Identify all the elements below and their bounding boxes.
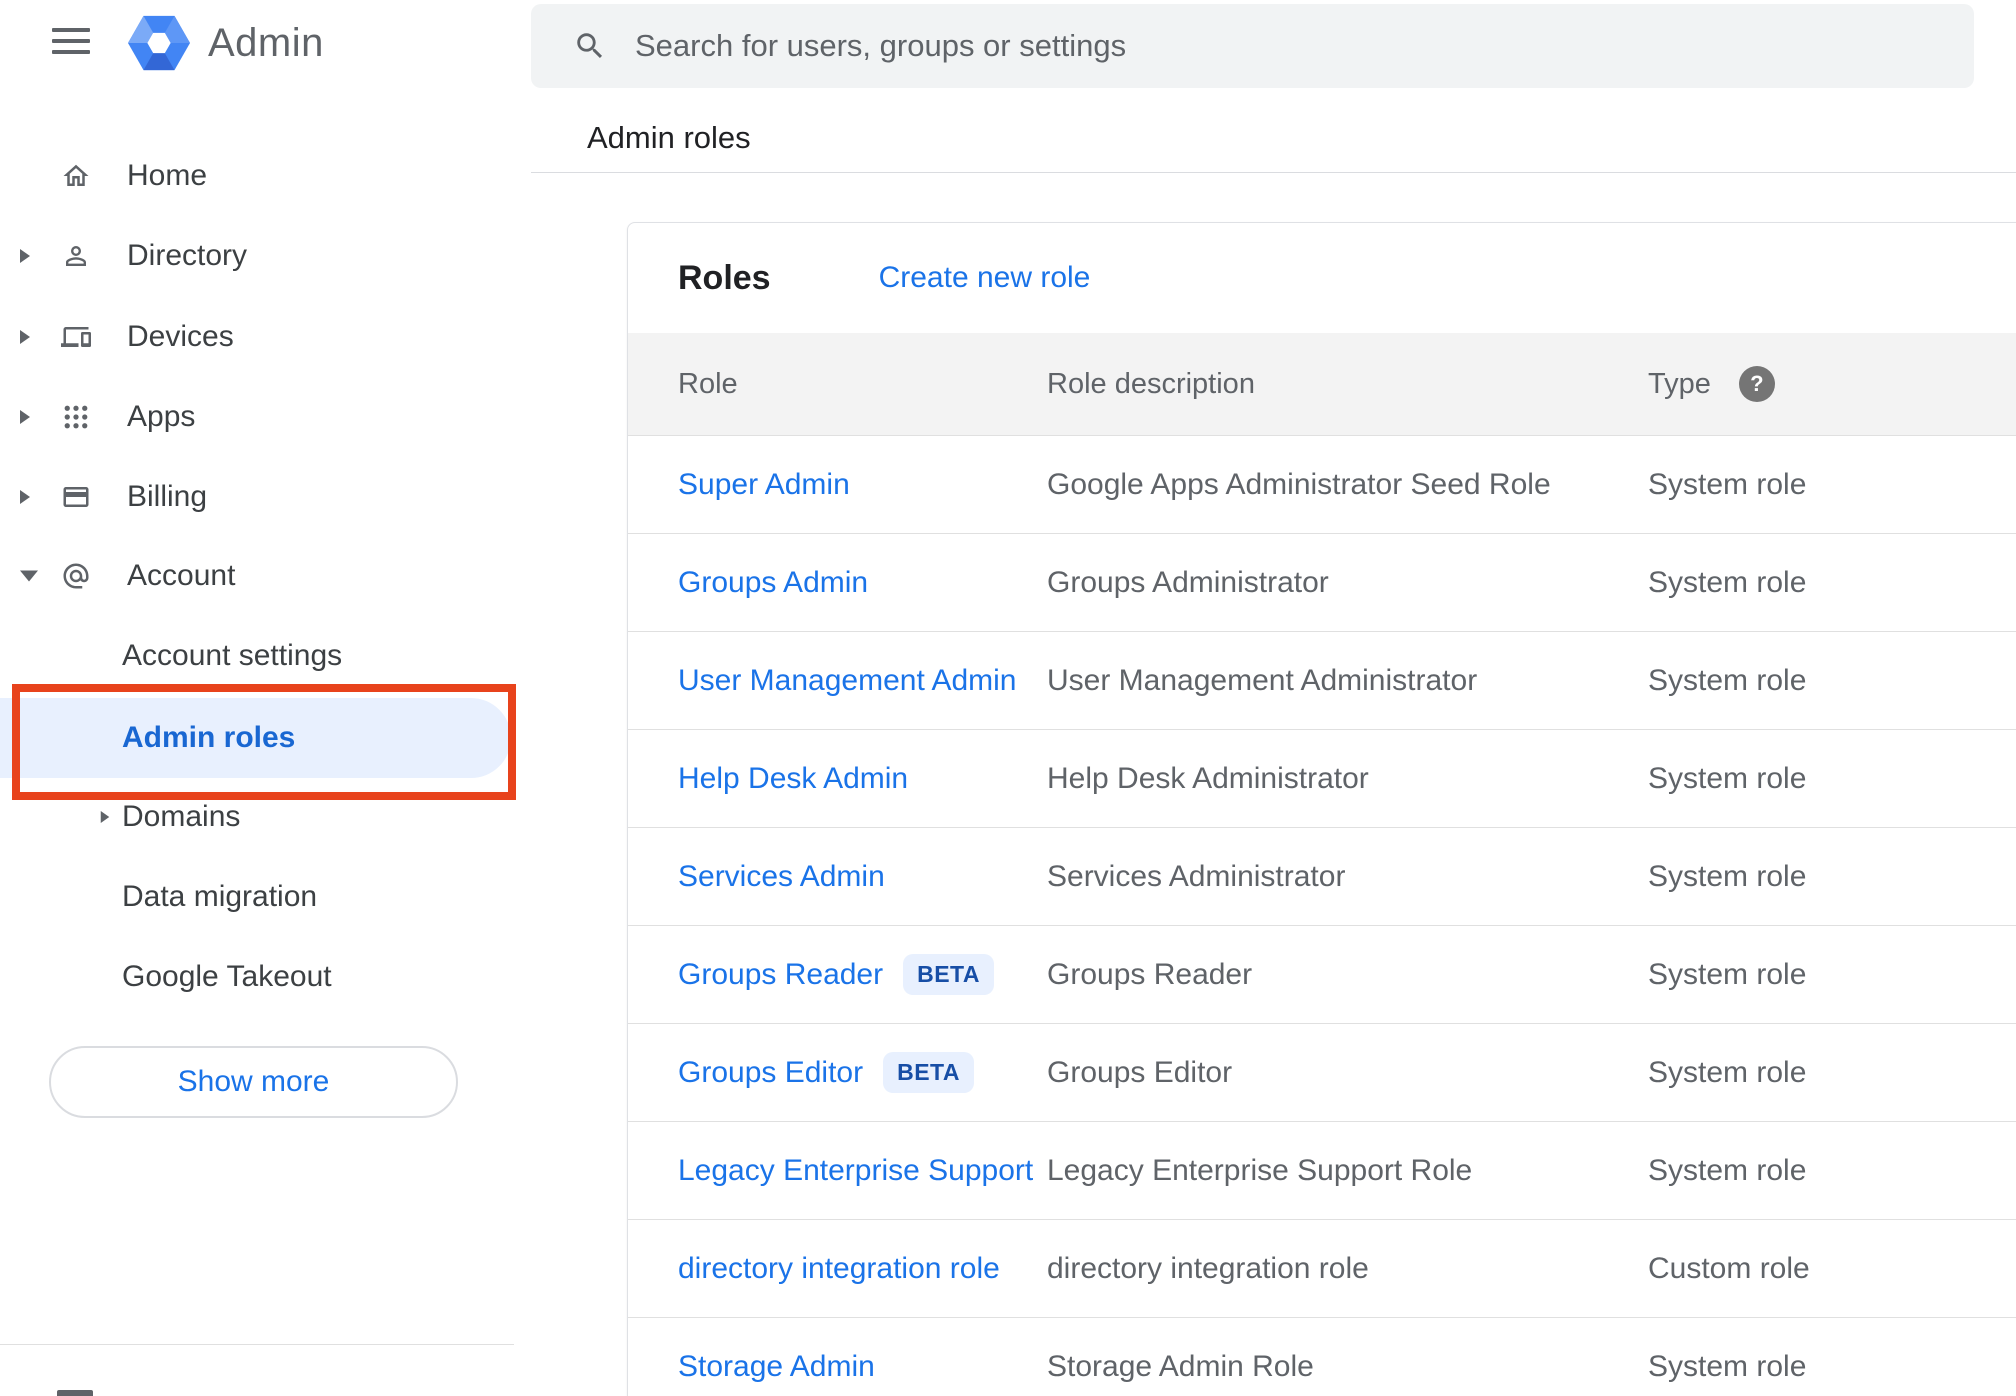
chevron-right-icon[interactable] <box>20 410 30 424</box>
sidebar-item-label: Devices <box>127 320 234 353</box>
role-type: System role <box>1648 663 1807 697</box>
role-link[interactable]: Storage Admin <box>678 1350 875 1384</box>
role-description: Google Apps Administrator Seed Role <box>1047 467 1551 501</box>
column-header-type: Type <box>1648 367 1711 400</box>
table-row: Groups Admin Groups Administrator System… <box>628 534 2016 632</box>
search-input[interactable] <box>635 28 1835 64</box>
at-sign-icon <box>63 563 89 589</box>
chevron-right-icon[interactable] <box>20 330 30 344</box>
sidebar-item-domains[interactable]: Domains <box>0 777 514 857</box>
breadcrumb: Admin roles <box>587 120 751 155</box>
role-type: System role <box>1648 957 1807 991</box>
admin-console-page: Admin Admin roles Home Directory Devices… <box>0 0 2016 1396</box>
table-row: Storage Admin Storage Admin Role System … <box>628 1318 2016 1396</box>
chevron-down-icon[interactable] <box>20 570 38 582</box>
role-type: System role <box>1648 1349 1807 1383</box>
sidebar-bottom-divider <box>0 1344 514 1345</box>
devices-icon <box>61 327 91 347</box>
hamburger-menu-icon[interactable] <box>52 27 90 57</box>
sidebar-item-label: Billing <box>127 480 208 513</box>
sidebar-item-account-settings[interactable]: Account settings <box>0 616 514 696</box>
role-description: directory integration role <box>1047 1251 1369 1285</box>
role-link[interactable]: Services Admin <box>678 860 885 894</box>
role-description: Legacy Enterprise Support Role <box>1047 1153 1473 1187</box>
help-icon[interactable]: ? <box>1738 366 1775 402</box>
app-title: Admin <box>208 20 324 65</box>
header-divider <box>531 172 2016 173</box>
sidebar-item-data-migration[interactable]: Data migration <box>0 857 514 937</box>
table-row: Help Desk Admin Help Desk Administrator … <box>628 730 2016 828</box>
roles-card: Roles Create new role Role Role descript… <box>627 222 2016 1396</box>
sidebar-item-label: Directory <box>127 239 248 272</box>
role-link[interactable]: Groups Editor <box>678 1056 863 1090</box>
sidebar-item-label: Admin roles <box>122 721 296 754</box>
role-description: Services Administrator <box>1047 859 1346 893</box>
sidebar-item-label: Google Takeout <box>122 960 332 993</box>
role-type: System role <box>1648 1055 1807 1089</box>
app-logo[interactable]: Admin <box>128 14 324 72</box>
role-type: System role <box>1648 761 1807 795</box>
table-row: Groups Editor BETA Groups Editor System … <box>628 1024 2016 1122</box>
role-link[interactable]: directory integration role <box>678 1252 1000 1286</box>
card-title: Roles <box>678 258 771 297</box>
table-row: Groups Reader BETA Groups Reader System … <box>628 926 2016 1024</box>
table-row: Services Admin Services Administrator Sy… <box>628 828 2016 926</box>
table-row: Super Admin Google Apps Administrator Se… <box>628 436 2016 534</box>
sidebar-item-label: Account <box>127 559 236 592</box>
role-link[interactable]: Groups Reader <box>678 958 883 992</box>
sidebar-item-billing[interactable]: Billing <box>0 457 514 537</box>
role-description: Help Desk Administrator <box>1047 761 1369 795</box>
sidebar-item-label: Account settings <box>122 639 343 672</box>
credit-card-icon <box>63 487 89 507</box>
chevron-right-icon[interactable] <box>100 811 110 823</box>
chevron-right-icon[interactable] <box>20 490 30 504</box>
role-link[interactable]: Super Admin <box>678 468 850 502</box>
role-link[interactable]: Help Desk Admin <box>678 762 908 796</box>
role-description: Groups Administrator <box>1047 565 1329 599</box>
role-type: System role <box>1648 467 1807 501</box>
show-more-button[interactable]: Show more <box>49 1046 458 1118</box>
sidebar-item-label: Domains <box>122 800 241 833</box>
role-description: Groups Editor <box>1047 1055 1233 1089</box>
sidebar-item-admin-roles-active[interactable]: Admin roles <box>0 698 511 778</box>
role-link[interactable]: Groups Admin <box>678 566 868 600</box>
search-bar[interactable] <box>531 4 1974 88</box>
sidebar-item-home[interactable]: Home <box>0 136 514 216</box>
role-description: Groups Reader <box>1047 957 1253 991</box>
beta-badge: BETA <box>903 954 995 995</box>
roles-card-titlebar: Roles Create new role <box>628 223 2016 333</box>
search-icon <box>577 33 603 59</box>
roles-table-body: Super Admin Google Apps Administrator Se… <box>628 436 2016 1396</box>
sidebar-item-apps[interactable]: Apps <box>0 377 514 457</box>
table-row: directory integration role directory int… <box>628 1220 2016 1318</box>
admin-hexagon-logo-icon <box>128 15 190 71</box>
home-icon <box>63 164 89 186</box>
role-description: User Management Administrator <box>1047 663 1478 697</box>
sidebar-item-directory[interactable]: Directory <box>0 216 514 296</box>
role-type: System role <box>1648 1153 1807 1187</box>
table-row: Legacy Enterprise Support Legacy Enterpr… <box>628 1122 2016 1220</box>
role-type: Custom role <box>1648 1251 1810 1285</box>
table-row: User Management Admin User Management Ad… <box>628 632 2016 730</box>
sidebar-item-label: Home <box>127 159 208 192</box>
sidebar-item-google-takeout[interactable]: Google Takeout <box>0 937 514 1017</box>
sidebar-item-label: Data migration <box>122 880 318 913</box>
sidebar-item-devices[interactable]: Devices <box>0 297 514 377</box>
sidebar-item-account[interactable]: Account <box>0 536 514 616</box>
chevron-right-icon[interactable] <box>20 249 30 263</box>
column-header-description: Role description <box>1047 367 1255 400</box>
partially-visible-icon <box>57 1390 93 1396</box>
role-link[interactable]: Legacy Enterprise Support <box>678 1154 1033 1188</box>
apps-grid-icon <box>64 405 88 429</box>
beta-badge: BETA <box>883 1052 974 1093</box>
person-icon <box>66 246 86 266</box>
create-new-role-link[interactable]: Create new role <box>879 261 1091 295</box>
role-type: System role <box>1648 859 1807 893</box>
column-header-role: Role <box>678 367 738 400</box>
sidebar-item-label: Apps <box>127 400 196 433</box>
role-type: System role <box>1648 565 1807 599</box>
role-description: Storage Admin Role <box>1047 1349 1314 1383</box>
role-link[interactable]: User Management Admin <box>678 664 1017 698</box>
table-header-row: Role Role description Type ? <box>628 333 2016 436</box>
